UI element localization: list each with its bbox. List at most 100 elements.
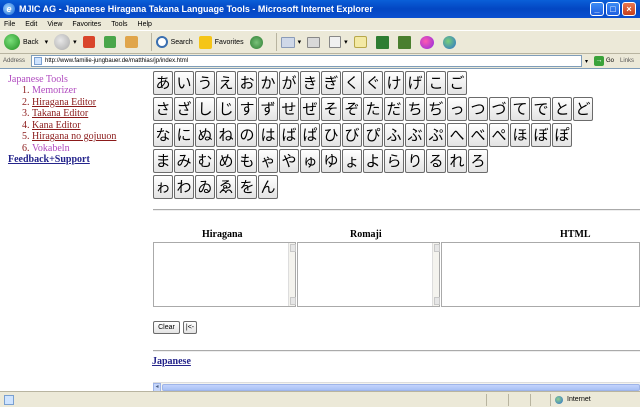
- kana-key[interactable]: づ: [489, 97, 509, 121]
- kana-key[interactable]: で: [531, 97, 551, 121]
- kana-key[interactable]: み: [174, 149, 194, 173]
- kana-key[interactable]: ぜ: [300, 97, 320, 121]
- nav-item-gojuuon[interactable]: Hiragana no gojuuon: [32, 131, 148, 143]
- maximize-button[interactable]: □: [606, 2, 620, 16]
- kana-key[interactable]: び: [342, 123, 362, 147]
- home-button[interactable]: [124, 36, 141, 48]
- research-button[interactable]: [375, 35, 392, 49]
- kana-key[interactable]: れ: [447, 149, 467, 173]
- kana-key[interactable]: の: [237, 123, 257, 147]
- kana-key[interactable]: ぐ: [363, 71, 383, 95]
- kana-key[interactable]: ゎ: [153, 175, 173, 199]
- kana-key[interactable]: じ: [216, 97, 236, 121]
- nav-link[interactable]: Kana Editor: [32, 120, 81, 131]
- feedback-link[interactable]: Feedback+Support: [8, 154, 148, 165]
- textarea-scrollbar[interactable]: [432, 243, 440, 306]
- messenger-button[interactable]: [419, 35, 437, 49]
- kana-key[interactable]: し: [195, 97, 215, 121]
- address-input[interactable]: http://www.familie-jungbauer.de/matthias…: [31, 55, 582, 67]
- kana-key[interactable]: ほ: [510, 123, 530, 147]
- menu-favorites[interactable]: Favorites: [72, 21, 101, 28]
- kana-key[interactable]: ぷ: [426, 123, 446, 147]
- forward-button[interactable]: ▾: [54, 34, 77, 50]
- kana-key[interactable]: す: [237, 97, 257, 121]
- kana-key[interactable]: と: [552, 97, 572, 121]
- kana-key[interactable]: へ: [447, 123, 467, 147]
- backspace-button[interactable]: |<-: [183, 321, 197, 334]
- nav-link[interactable]: Hiragana no gojuuon: [32, 131, 116, 142]
- kana-key[interactable]: そ: [321, 97, 341, 121]
- go-button[interactable]: → Go: [593, 56, 614, 66]
- mail-button[interactable]: ▾: [280, 36, 301, 48]
- kana-key[interactable]: て: [510, 97, 530, 121]
- search-button[interactable]: Search: [155, 36, 193, 48]
- kana-key[interactable]: ひ: [321, 123, 341, 147]
- minimize-button[interactable]: _: [590, 2, 604, 16]
- kana-key[interactable]: に: [174, 123, 194, 147]
- kana-key[interactable]: ぽ: [552, 123, 572, 147]
- menu-help[interactable]: Help: [138, 21, 152, 28]
- kana-key[interactable]: た: [363, 97, 383, 121]
- kana-key[interactable]: ざ: [174, 97, 194, 121]
- kana-key[interactable]: か: [258, 71, 278, 95]
- kana-key[interactable]: ゑ: [216, 175, 236, 199]
- kana-key[interactable]: く: [342, 71, 362, 95]
- kana-key[interactable]: ゐ: [195, 175, 215, 199]
- history-button[interactable]: [249, 35, 266, 49]
- nav-item-takana-editor[interactable]: Takana Editor: [32, 108, 148, 120]
- kana-key[interactable]: ん: [258, 175, 278, 199]
- kana-key[interactable]: ら: [384, 149, 404, 173]
- kana-key[interactable]: ぶ: [405, 123, 425, 147]
- scroll-left-icon[interactable]: ◂: [153, 383, 161, 391]
- kana-key[interactable]: ば: [279, 123, 299, 147]
- scroll-thumb[interactable]: [162, 384, 640, 391]
- favorites-button[interactable]: Favorites: [198, 35, 244, 49]
- kana-key[interactable]: ど: [573, 97, 593, 121]
- extension-button-1[interactable]: [397, 35, 414, 49]
- kana-key[interactable]: お: [237, 71, 257, 95]
- kana-key[interactable]: が: [279, 71, 299, 95]
- kana-key[interactable]: ま: [153, 149, 173, 173]
- textarea-scrollbar[interactable]: [288, 243, 296, 306]
- kana-key[interactable]: え: [216, 71, 236, 95]
- menu-edit[interactable]: Edit: [25, 21, 37, 28]
- back-button[interactable]: Back: [4, 34, 39, 50]
- nav-link[interactable]: Takana Editor: [32, 108, 88, 119]
- kana-key[interactable]: り: [405, 149, 425, 173]
- refresh-button[interactable]: [103, 36, 119, 48]
- kana-key[interactable]: な: [153, 123, 173, 147]
- japanese-link[interactable]: Japanese: [152, 356, 191, 367]
- kana-key[interactable]: さ: [153, 97, 173, 121]
- address-dropdown[interactable]: ▾: [585, 58, 588, 65]
- nav-item-vokabeln[interactable]: Vokabeln: [32, 143, 148, 155]
- kana-key[interactable]: げ: [405, 71, 425, 95]
- kana-key[interactable]: っ: [447, 97, 467, 121]
- kana-key[interactable]: ぬ: [195, 123, 215, 147]
- close-button[interactable]: ×: [622, 2, 636, 16]
- nav-item-kana-editor[interactable]: Kana Editor: [32, 120, 148, 132]
- kana-key[interactable]: こ: [426, 71, 446, 95]
- kana-key[interactable]: だ: [384, 97, 404, 121]
- print-button[interactable]: [307, 36, 323, 48]
- kana-key[interactable]: べ: [468, 123, 488, 147]
- kana-key[interactable]: つ: [468, 97, 488, 121]
- kana-key[interactable]: ね: [216, 123, 236, 147]
- kana-key[interactable]: ぺ: [489, 123, 509, 147]
- kana-key[interactable]: め: [216, 149, 236, 173]
- kana-key[interactable]: け: [384, 71, 404, 95]
- kana-key[interactable]: ふ: [384, 123, 404, 147]
- html-textarea[interactable]: [441, 242, 640, 307]
- kana-key[interactable]: を: [237, 175, 257, 199]
- kana-key[interactable]: ぼ: [531, 123, 551, 147]
- menu-view[interactable]: View: [47, 21, 62, 28]
- kana-key[interactable]: ご: [447, 71, 467, 95]
- nav-item-hiragana-editor[interactable]: Hiragana Editor: [32, 97, 148, 109]
- clear-button[interactable]: Clear: [153, 321, 180, 334]
- menu-tools[interactable]: Tools: [111, 21, 127, 28]
- kana-key[interactable]: せ: [279, 97, 299, 121]
- horizontal-scrollbar[interactable]: ◂: [153, 382, 640, 391]
- kana-key[interactable]: ゃ: [258, 149, 278, 173]
- kana-key[interactable]: ち: [405, 97, 425, 121]
- kana-key[interactable]: ろ: [468, 149, 488, 173]
- menu-file[interactable]: File: [4, 21, 15, 28]
